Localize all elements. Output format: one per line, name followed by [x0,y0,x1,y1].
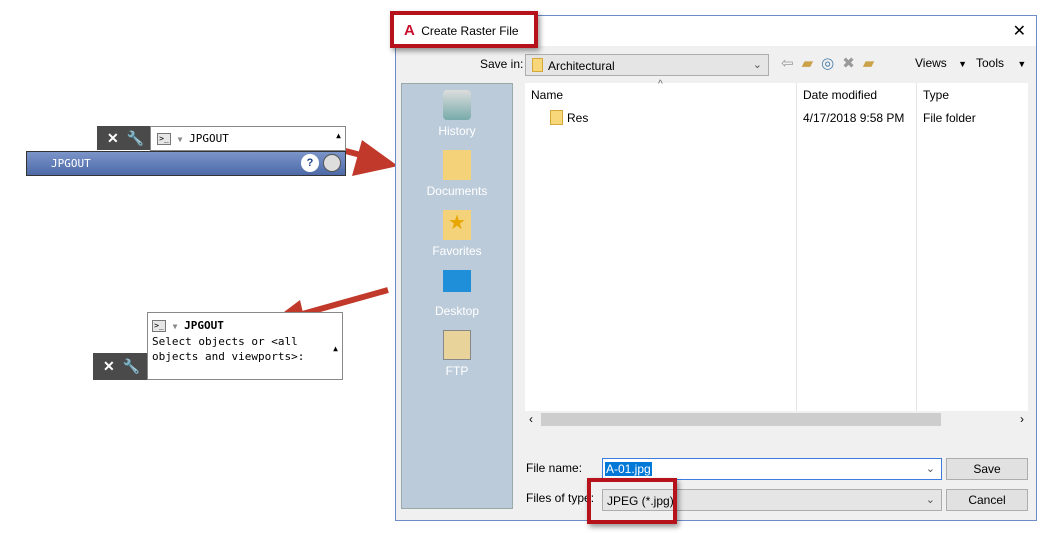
save-in-value: Architectural [548,59,615,73]
scroll-thumb[interactable] [541,413,941,426]
toolbar: ⇦ ▰ ◎ ✖ ▰ [781,54,874,72]
folder-icon [550,110,563,125]
place-history[interactable]: History [402,90,512,138]
help-icon[interactable]: ? [301,154,319,172]
cancel-button[interactable]: Cancel [946,489,1028,511]
file-type-highlight [587,478,677,524]
column-name[interactable]: Name [531,88,563,102]
file-name-label: File name: [526,461,583,475]
command-bar-label: JPGOUT [51,157,91,170]
tools-label: Tools [976,56,1005,70]
row-name: Res [567,111,589,125]
save-button[interactable]: Save [946,458,1028,480]
views-menu[interactable]: Views ▼ [915,56,967,70]
save-in-dropdown[interactable]: Architectural ⌄ [525,54,769,76]
title-highlight: A Create Raster File [390,11,538,48]
scroll-left-icon[interactable]: ‹ [529,412,533,426]
chevron-down-icon: ⌄ [752,59,762,71]
history-icon [443,90,471,120]
place-desktop[interactable]: Desktop [402,270,512,318]
folder-icon [532,58,543,72]
tools-menu[interactable]: Tools ▼ [976,56,1026,70]
row-date: 4/17/2018 9:58 PM [803,111,905,125]
ftp-icon [443,330,471,360]
chevron-down-icon: ⌄ [925,494,935,506]
create-raster-file-dialog: ✕ Save in: Architectural ⌄ ⇦ ▰ ◎ ✖ ▰ Vie… [395,15,1037,521]
place-label: History [438,124,476,138]
search-web-icon[interactable]: ◎ [821,54,834,72]
places-sidebar: History Documents ★ Favorites Desktop FTP [401,83,513,509]
place-label: Favorites [432,244,482,258]
place-label: FTP [445,364,469,378]
command-line-top[interactable]: >_ ▼ JPGOUT ▲ [150,126,346,151]
chevron-down-icon[interactable]: ⌄ [926,462,935,475]
column-date-modified[interactable]: Date modified [803,88,877,102]
prompt-icon: >_ [152,320,166,332]
command-line-bottom[interactable]: >_ ▼ JPGOUT Select objects or <all objec… [147,312,343,380]
files-of-type-label: Files of type: [526,491,595,505]
wrench-icon[interactable]: 🔧 [127,130,144,147]
wrench-icon[interactable]: 🔧 [123,358,140,375]
desktop-icon [443,270,471,292]
file-name-input[interactable]: A-01.jpg ⌄ [602,458,942,480]
close-icon[interactable]: ✕ [107,130,119,147]
command-grip-bar[interactable]: ✕ 🔧 [97,126,151,150]
prompt-line-2: objects and viewports>: [152,350,305,363]
gauge-icon[interactable] [323,154,341,172]
row-type: File folder [923,111,976,125]
place-label: Desktop [434,304,480,318]
scroll-up-icon[interactable]: ▲ [336,131,341,140]
delete-icon[interactable]: ✖ [842,54,855,72]
scroll-up-icon[interactable]: ▲ [333,341,338,356]
prompt-icon: >_ [157,133,171,145]
views-label: Views [915,56,947,70]
place-favorites[interactable]: ★ Favorites [402,210,512,258]
place-ftp[interactable]: FTP [402,330,512,378]
close-icon[interactable]: ✕ [1013,21,1026,41]
column-type[interactable]: Type [923,88,949,102]
scroll-right-icon[interactable]: › [1020,412,1024,426]
place-documents[interactable]: Documents [402,150,512,198]
save-in-label: Save in: [480,57,524,71]
new-folder-icon[interactable]: ▰ [863,54,875,72]
command-grip-bar[interactable]: ✕ 🔧 [93,353,147,380]
up-folder-icon[interactable]: ▰ [802,54,814,72]
close-icon[interactable]: ✕ [103,358,115,375]
prompt-line-1: Select objects or <all [152,335,298,348]
file-list[interactable]: ^ Name Date modified Type Res 4/17/2018 … [525,79,1028,411]
dialog-title: Create Raster File [421,24,519,38]
back-icon[interactable]: ⇦ [781,54,794,72]
horizontal-scrollbar[interactable]: ‹ › [525,411,1028,429]
command-text: JPGOUT [184,319,224,332]
command-text: JPGOUT [189,132,229,145]
command-bar[interactable]: JPGOUT ? [26,151,346,176]
documents-icon [443,150,471,180]
table-row[interactable]: Res 4/17/2018 9:58 PM File folder [525,107,1028,127]
favorites-icon: ★ [443,210,471,240]
file-name-value: A-01.jpg [605,462,652,476]
sort-up-icon: ^ [658,79,663,90]
place-label: Documents [426,184,488,198]
autocad-logo-icon: A [404,22,415,39]
